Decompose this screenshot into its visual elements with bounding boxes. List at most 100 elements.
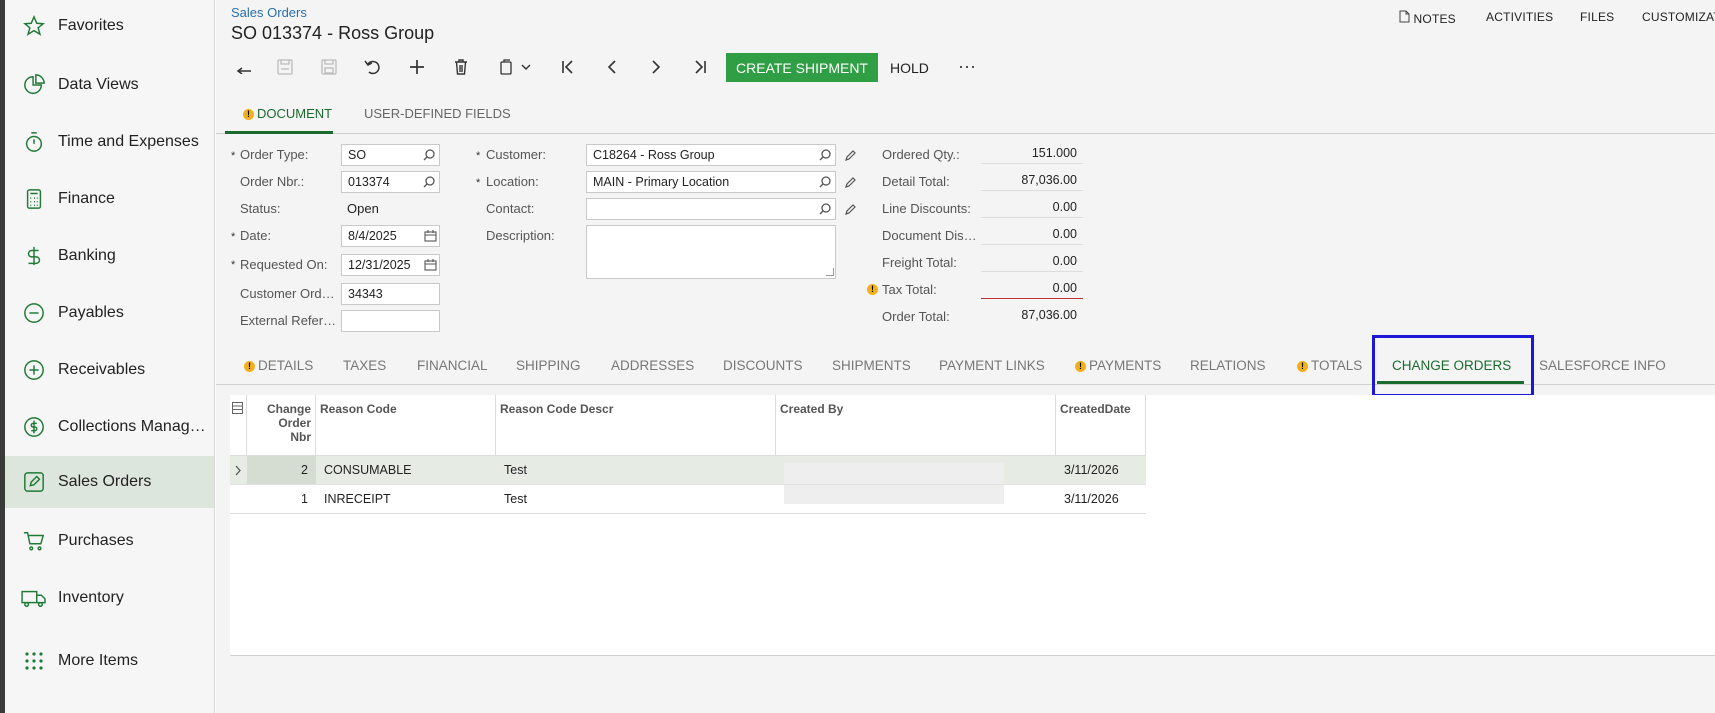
- sidebar-item-favorites[interactable]: Favorites: [5, 0, 214, 52]
- warning-icon: !: [244, 361, 255, 372]
- sidebar-item-inventory[interactable]: Inventory: [5, 572, 214, 624]
- sidebar-item-payables[interactable]: Payables: [5, 287, 214, 339]
- stopwatch-icon: [21, 129, 47, 155]
- tab-user-defined-fields[interactable]: USER-DEFINED FIELDS: [364, 106, 511, 121]
- sidebar-item-label: Banking: [58, 247, 116, 264]
- tab-financial[interactable]: FINANCIAL: [417, 358, 488, 373]
- sidebar-item-data-views[interactable]: Data Views: [5, 59, 214, 111]
- save-icon[interactable]: [316, 55, 342, 79]
- tab-taxes[interactable]: TAXES: [343, 358, 386, 373]
- pencil-icon[interactable]: [841, 146, 859, 164]
- calendar-icon[interactable]: [421, 256, 439, 274]
- sidebar-item-more-items[interactable]: More Items: [5, 635, 214, 687]
- cancel-icon[interactable]: [360, 55, 386, 79]
- create-shipment-button[interactable]: CREATE SHIPMENT: [726, 53, 878, 82]
- sidebar-item-label: Collections Manag…: [58, 418, 206, 435]
- cell-created-date: 3/11/2026: [1064, 492, 1119, 506]
- tab-document[interactable]: ! DOCUMENT: [243, 106, 332, 121]
- sidebar-item-collections[interactable]: Collections Manag…: [5, 401, 214, 453]
- resize-handle-icon[interactable]: [826, 268, 834, 276]
- files-link[interactable]: FILES: [1580, 10, 1614, 24]
- last-record-icon[interactable]: [687, 55, 713, 79]
- search-icon[interactable]: [816, 173, 834, 191]
- sidebar-item-label: More Items: [58, 652, 139, 669]
- sidebar-item-label: Data Views: [58, 76, 139, 93]
- search-icon[interactable]: [816, 200, 834, 218]
- save-close-icon[interactable]: [272, 55, 298, 79]
- description-field[interactable]: [586, 225, 836, 279]
- more-actions-button[interactable]: ···: [958, 56, 976, 77]
- order-total-value: 87,036.00: [1021, 308, 1077, 322]
- sidebar-item-receivables[interactable]: Receivables: [5, 344, 214, 396]
- tab-totals[interactable]: ! TOTALS: [1297, 358, 1362, 373]
- tab-discounts[interactable]: DISCOUNTS: [723, 358, 803, 373]
- cell-change-order-nbr: 2: [301, 463, 308, 477]
- freight-total-value: 0.00: [981, 250, 1083, 272]
- warning-icon: !: [867, 284, 878, 295]
- next-record-icon[interactable]: [643, 55, 669, 79]
- column-header-reason-code[interactable]: Reason Code: [316, 395, 496, 455]
- sidebar-item-label: Sales Orders: [58, 473, 152, 490]
- hold-button[interactable]: HOLD: [890, 53, 929, 82]
- notes-link[interactable]: NOTES: [1399, 10, 1456, 26]
- divider: [216, 133, 1715, 134]
- copy-paste-icon[interactable]: [494, 55, 520, 79]
- column-header-reason-code-descr[interactable]: Reason Code Descr: [496, 395, 776, 455]
- activities-link[interactable]: ACTIVITIES: [1486, 10, 1553, 24]
- order-total-label: Order Total:: [882, 309, 950, 324]
- breadcrumb[interactable]: Sales Orders: [231, 5, 307, 20]
- date-label: Date:: [240, 228, 272, 243]
- tab-details[interactable]: ! DETAILS: [244, 358, 313, 373]
- sidebar-item-finance[interactable]: Finance: [5, 173, 214, 225]
- customer-label: Customer:: [486, 147, 546, 162]
- tab-salesforce-info[interactable]: SALESFORCE INFO: [1539, 358, 1666, 373]
- tab-relations[interactable]: RELATIONS: [1190, 358, 1266, 373]
- order-type-label: Order Type:: [240, 147, 309, 162]
- tab-shipping[interactable]: SHIPPING: [516, 358, 581, 373]
- tab-payments[interactable]: ! PAYMENTS: [1075, 358, 1161, 373]
- contact-field[interactable]: [586, 198, 836, 220]
- sidebar-item-purchases[interactable]: Purchases: [5, 515, 214, 567]
- search-icon[interactable]: [816, 146, 834, 164]
- external-ref-field[interactable]: [341, 310, 440, 332]
- chevron-down-icon[interactable]: [518, 55, 534, 79]
- cell-reason-code: CONSUMABLE: [324, 463, 412, 477]
- first-record-icon[interactable]: [555, 55, 581, 79]
- tab-shipments[interactable]: SHIPMENTS: [832, 358, 911, 373]
- sidebar-item-time-and-expenses[interactable]: Time and Expenses: [5, 116, 214, 168]
- warning-icon: !: [1297, 361, 1308, 372]
- cell-created-date: 3/11/2026: [1064, 463, 1119, 477]
- calendar-icon[interactable]: [421, 227, 439, 245]
- plus-circle-icon: [21, 357, 47, 383]
- cell-reason-code-descr: Test: [504, 492, 527, 506]
- search-icon[interactable]: [420, 173, 438, 191]
- customization-link[interactable]: CUSTOMIZAT: [1642, 10, 1715, 24]
- customer-ord-field[interactable]: 34343: [341, 283, 440, 305]
- delete-icon[interactable]: [448, 55, 474, 79]
- detail-total-value: 87,036.00: [981, 169, 1083, 191]
- edit-icon: [21, 469, 47, 495]
- undo-icon[interactable]: [230, 55, 256, 79]
- column-header-change-order-nbr[interactable]: Change Order Nbr: [247, 395, 316, 455]
- grid-settings-icon[interactable]: [230, 395, 247, 455]
- add-icon[interactable]: [404, 55, 430, 79]
- chevron-right-icon[interactable]: [234, 464, 242, 479]
- status-value: Open: [347, 201, 379, 216]
- tab-payment-links[interactable]: PAYMENT LINKS: [939, 358, 1045, 373]
- search-icon[interactable]: [420, 146, 438, 164]
- tax-total-value: 0.00: [981, 277, 1083, 299]
- cell-created-by: [784, 463, 1004, 485]
- calculator-icon: [21, 186, 47, 212]
- column-header-created-by[interactable]: Created By: [776, 395, 1056, 455]
- sidebar-item-banking[interactable]: Banking: [5, 230, 214, 282]
- grid-dots-icon: [21, 648, 47, 674]
- location-field[interactable]: MAIN - Primary Location: [586, 171, 836, 193]
- column-header-created-date[interactable]: CreatedDate: [1056, 395, 1146, 455]
- previous-record-icon[interactable]: [599, 55, 625, 79]
- pencil-icon[interactable]: [841, 173, 859, 191]
- description-label: Description:: [486, 228, 555, 243]
- pencil-icon[interactable]: [841, 200, 859, 218]
- customer-field[interactable]: C18264 - Ross Group: [586, 144, 836, 166]
- tab-addresses[interactable]: ADDRESSES: [611, 358, 694, 373]
- sidebar-item-sales-orders[interactable]: Sales Orders: [5, 456, 214, 508]
